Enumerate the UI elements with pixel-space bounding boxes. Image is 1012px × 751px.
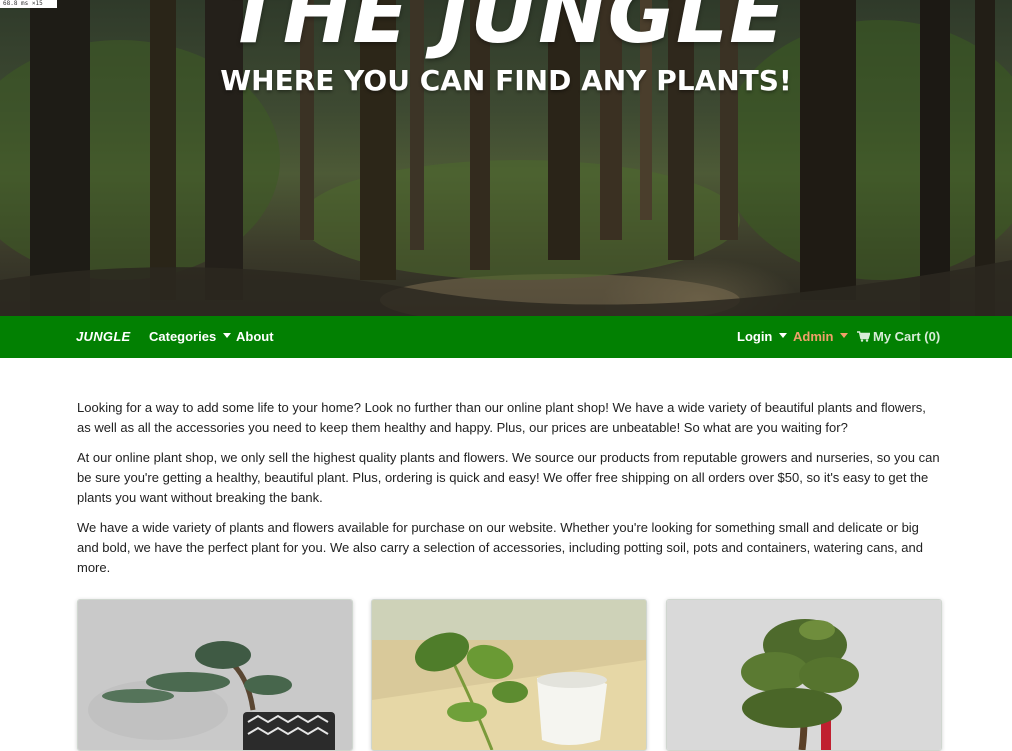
product-card[interactable]: [666, 599, 942, 751]
caret-down-icon: [223, 333, 232, 339]
shopping-cart-icon: [857, 331, 870, 342]
hero-banner: 68.8 ms ×15 THE JUNGLE WHERE YOU CAN FIN…: [0, 0, 1012, 316]
about-link[interactable]: About: [236, 316, 274, 358]
hero-subtitle: WHERE YOU CAN FIND ANY PLANTS!: [220, 64, 792, 97]
juniper-bonsai-image: [78, 600, 352, 750]
admin-dropdown[interactable]: Admin: [793, 316, 849, 358]
intro-text: Looking for a way to add some life to yo…: [77, 398, 943, 588]
bonsai-tree-image: [667, 600, 941, 750]
intro-paragraph: At our online plant shop, we only sell t…: [77, 450, 940, 505]
main-navbar: JUNGLE Categories About Login Admin My C…: [0, 316, 1012, 358]
intro-paragraph: We have a wide variety of plants and flo…: [77, 520, 923, 575]
intro-paragraph: Looking for a way to add some life to yo…: [77, 400, 926, 435]
login-dropdown[interactable]: Login: [737, 316, 788, 358]
caret-down-icon: [840, 333, 849, 339]
product-card[interactable]: [77, 599, 353, 751]
product-card[interactable]: [371, 599, 647, 751]
brand-logo-link[interactable]: JUNGLE: [76, 316, 131, 358]
caret-down-icon: [779, 333, 788, 339]
hero-title: THE JUNGLE: [225, 0, 787, 62]
login-label: Login: [737, 329, 773, 344]
pothos-plant-image: [372, 600, 646, 750]
cart-label: My Cart (0): [873, 329, 941, 344]
my-cart-link[interactable]: My Cart (0): [857, 316, 940, 358]
admin-label: Admin: [793, 329, 834, 344]
categories-dropdown[interactable]: Categories: [149, 316, 232, 358]
categories-label: Categories: [149, 329, 217, 344]
